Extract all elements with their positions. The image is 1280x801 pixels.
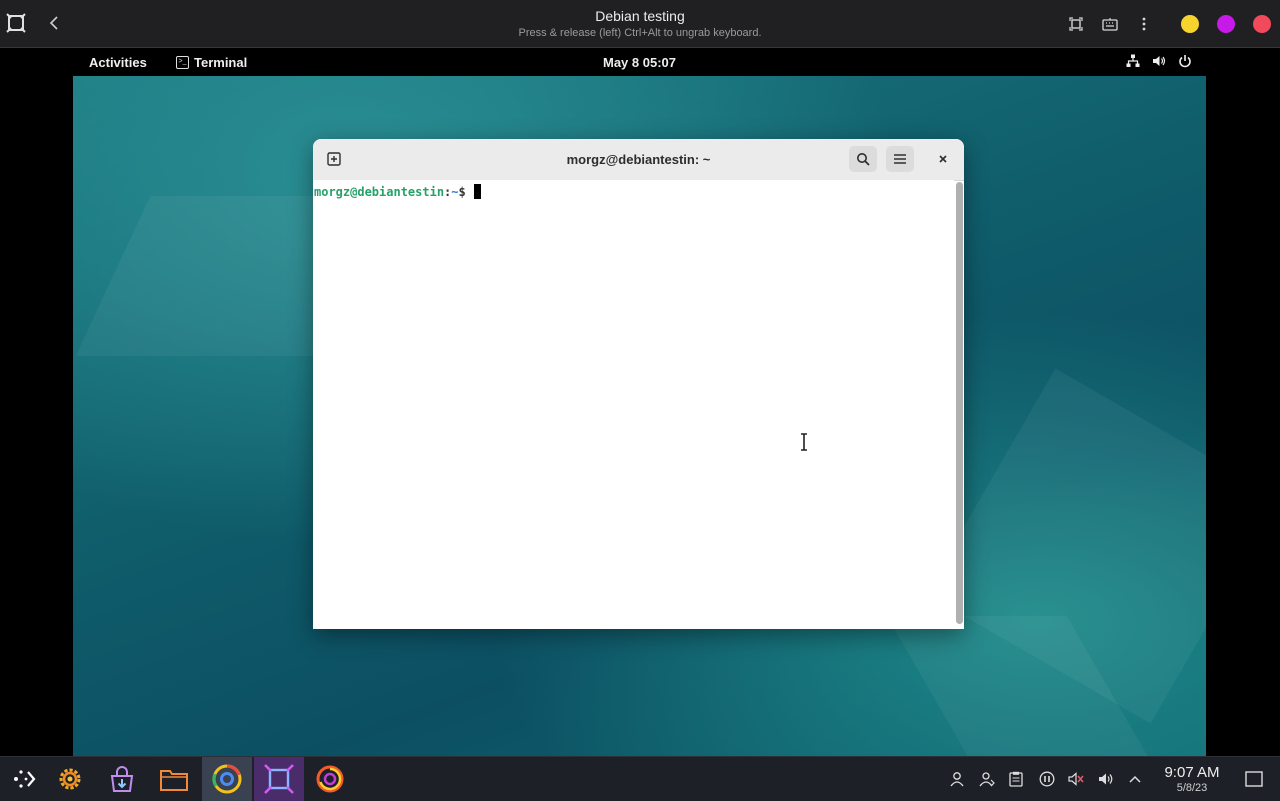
user-switch-icon[interactable] xyxy=(977,769,997,789)
host-window-title: Debian testing xyxy=(595,8,685,24)
power-icon[interactable] xyxy=(1178,54,1192,71)
search-icon xyxy=(857,153,870,166)
chevron-up-icon[interactable] xyxy=(1125,769,1145,789)
close-button[interactable] xyxy=(929,146,957,172)
host-taskbar: 9:07 AM 5/8/23 xyxy=(0,756,1280,801)
yellow-dot[interactable] xyxy=(1181,15,1199,33)
text-cursor xyxy=(473,184,481,199)
terminal-window: morgz@debiantestin: ~ morgz@debiantestin… xyxy=(313,139,964,629)
close-icon xyxy=(939,155,947,163)
terminal-scrollbar[interactable] xyxy=(956,182,963,624)
microphone-muted-icon[interactable] xyxy=(1066,769,1086,789)
purple-dot[interactable] xyxy=(1217,15,1235,33)
taskbar-date[interactable]: 5/8/23 xyxy=(1150,782,1234,794)
chrome-icon[interactable] xyxy=(202,757,252,801)
prompt-path: ~ xyxy=(451,185,459,199)
taskbar-time[interactable]: 9:07 AM xyxy=(1150,764,1234,781)
vm-manager-icon[interactable] xyxy=(254,757,304,801)
search-button[interactable] xyxy=(849,146,877,172)
prompt-user-host: morgz@debiantestin xyxy=(314,185,445,199)
red-dot[interactable] xyxy=(1253,15,1271,33)
ibeam-cursor-icon xyxy=(801,433,807,451)
files-icon[interactable] xyxy=(150,757,198,801)
show-desktop-icon[interactable] xyxy=(1244,769,1264,789)
more-vertical-icon[interactable] xyxy=(1134,14,1154,34)
fit-window-icon[interactable] xyxy=(1066,14,1086,34)
prompt-line: morgz@debiantestin:~$ xyxy=(314,184,481,199)
user-icon[interactable] xyxy=(947,769,967,789)
hamburger-icon xyxy=(894,154,906,164)
keyboard-icon[interactable] xyxy=(1100,14,1120,34)
terminal-headerbar[interactable]: morgz@debiantestin: ~ xyxy=(313,139,964,181)
network-icon[interactable] xyxy=(1126,54,1140,71)
prompt-sign: $ xyxy=(458,185,473,199)
app-launcher-icon[interactable] xyxy=(0,757,48,801)
host-window-header: Debian testing Press & release (left) Ct… xyxy=(0,0,1280,48)
guest-top-bar: Activities >_ Terminal May 8 05:07 xyxy=(73,48,1206,76)
clock[interactable]: May 8 05:07 xyxy=(73,55,1206,70)
settings-icon[interactable] xyxy=(46,757,94,801)
hamburger-menu-button[interactable] xyxy=(886,146,914,172)
firefox-icon[interactable] xyxy=(306,757,354,801)
terminal-text-area[interactable]: morgz@debiantestin:~$ xyxy=(313,180,954,629)
media-pause-icon[interactable] xyxy=(1037,769,1057,789)
software-install-icon[interactable] xyxy=(98,757,146,801)
volume-icon[interactable] xyxy=(1152,54,1166,71)
clipboard-icon[interactable] xyxy=(1006,769,1026,789)
host-window-subtitle: Press & release (left) Ctrl+Alt to ungra… xyxy=(518,27,762,39)
speaker-icon[interactable] xyxy=(1096,769,1116,789)
